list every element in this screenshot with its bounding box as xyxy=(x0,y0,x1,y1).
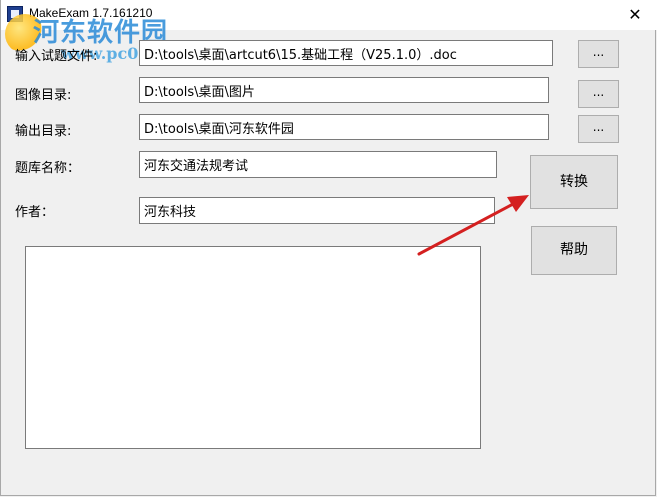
help-button[interactable]: 帮助 xyxy=(531,226,617,275)
log-output-area[interactable] xyxy=(25,246,481,449)
bank-name-field[interactable]: 河东交通法规考试 xyxy=(139,151,497,178)
input-file-browse-button[interactable]: ... xyxy=(578,40,619,68)
author-field[interactable]: 河东科技 xyxy=(139,197,495,224)
input-file-field[interactable]: D:\tools\桌面\artcut6\15.基础工程（V25.1.0）.doc xyxy=(139,40,553,66)
input-file-label: 输入试题文件: xyxy=(15,49,98,64)
output-dir-field[interactable]: D:\tools\桌面\河东软件园 xyxy=(139,114,549,140)
convert-button[interactable]: 转换 xyxy=(530,155,618,209)
image-dir-browse-button[interactable]: ... xyxy=(578,80,619,108)
main-window: MakeExam 1.7.161210 ✕ 河东软件园 www.pc0359.c… xyxy=(0,0,657,496)
bank-name-label: 题库名称： xyxy=(15,161,81,176)
image-dir-label: 图像目录: xyxy=(15,88,72,103)
image-dir-field[interactable]: D:\tools\桌面\图片 xyxy=(139,77,549,103)
output-dir-browse-button[interactable]: ... xyxy=(578,115,619,143)
close-button[interactable]: ✕ xyxy=(612,0,657,30)
output-dir-label: 输出目录: xyxy=(15,124,72,139)
author-label: 作者： xyxy=(15,205,55,220)
